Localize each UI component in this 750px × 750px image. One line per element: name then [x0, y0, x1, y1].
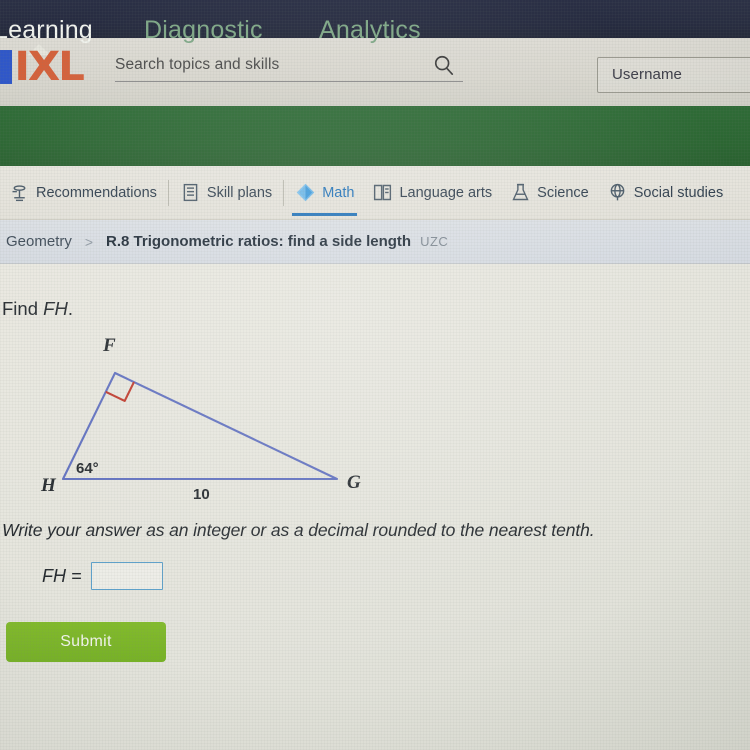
answer-label: FH = — [42, 565, 82, 586]
subnav-label-math: Math — [322, 184, 355, 201]
subnav-item-math[interactable]: Math — [286, 166, 363, 220]
breadcrumb-subject[interactable]: Geometry — [6, 233, 72, 250]
vertex-label-g: G — [347, 472, 361, 493]
chevron-right-icon: > — [84, 233, 94, 250]
nav-item-analytics[interactable]: Analytics — [319, 16, 489, 45]
question-prompt-suffix: . — [67, 298, 73, 319]
subnav-divider — [283, 179, 285, 206]
subnav-label-recommendations: Recommendations — [36, 184, 157, 201]
skill-plans-icon — [183, 183, 198, 202]
nav-item-learning[interactable]: Learning — [0, 15, 144, 55]
recommendations-icon — [12, 185, 26, 202]
answer-row: FH = — [42, 562, 163, 590]
triangle-figure: F H G 64° 10 — [40, 335, 361, 503]
answer-instruction: Write your answer as an integer or as a … — [2, 520, 595, 540]
angle-label: 64° — [76, 460, 99, 477]
search-icon[interactable] — [433, 53, 455, 77]
logo-xl-text: IXL — [14, 44, 85, 90]
question-prompt: Find FH. — [2, 298, 73, 320]
primary-nav-bar — [0, 106, 750, 166]
subnav-label-social-studies: Social studies — [633, 184, 724, 201]
question-prompt-segment: FH — [43, 298, 68, 319]
search-input[interactable]: Search topics and skills — [115, 56, 279, 74]
active-subnav-underline — [292, 212, 358, 216]
subnav-label-science: Science — [537, 184, 589, 201]
nav-item-learning-label: Learning — [0, 15, 93, 44]
search-underline — [115, 81, 463, 82]
science-icon — [512, 183, 529, 201]
ixl-practice-screen: IXL Search topics and skills Username Le… — [0, 0, 750, 750]
triangle-outline — [61, 371, 339, 481]
breadcrumb: Geometry > R.8 Trigonometric ratios: fin… — [0, 220, 750, 264]
search-bar[interactable]: Search topics and skills — [115, 52, 463, 86]
answer-input[interactable] — [90, 562, 163, 590]
social-studies-icon — [610, 183, 625, 201]
subnav-label-language-arts: Language arts — [399, 184, 493, 201]
submit-button[interactable]: Submit — [6, 622, 166, 662]
subnav-item-skill-plans[interactable]: Skill plans — [171, 166, 281, 220]
language-arts-icon — [374, 184, 392, 201]
vertex-label-f: F — [102, 335, 116, 356]
subnav-label-skill-plans: Skill plans — [206, 184, 273, 201]
subnav-item-social-studies[interactable]: Social studies — [598, 166, 732, 220]
logo-i-block — [0, 50, 12, 84]
subnav-divider — [167, 179, 169, 206]
subnav-item-recommendations[interactable]: Recommendations — [0, 166, 166, 220]
subnav-item-science[interactable]: Science — [501, 166, 598, 220]
username-label: Username — [612, 66, 682, 83]
ixl-logo[interactable]: IXL — [0, 44, 85, 90]
nav-item-diagnostic[interactable]: Diagnostic — [144, 16, 319, 45]
nav-item-analytics-label: Analytics — [319, 15, 421, 44]
skill-code: UZC — [420, 234, 449, 249]
vertex-label-h: H — [40, 475, 57, 496]
nav-item-diagnostic-label: Diagnostic — [144, 15, 263, 44]
question-prompt-prefix: Find — [2, 298, 44, 319]
username-field[interactable]: Username — [597, 57, 750, 93]
side-length-label: 10 — [193, 486, 210, 503]
math-icon — [296, 183, 315, 202]
subject-nav-bar: Recommendations Skill plans Math Languag… — [0, 166, 750, 220]
subnav-item-language-arts[interactable]: Language arts — [363, 166, 501, 220]
breadcrumb-skill: R.8 Trigonometric ratios: find a side le… — [106, 233, 412, 250]
